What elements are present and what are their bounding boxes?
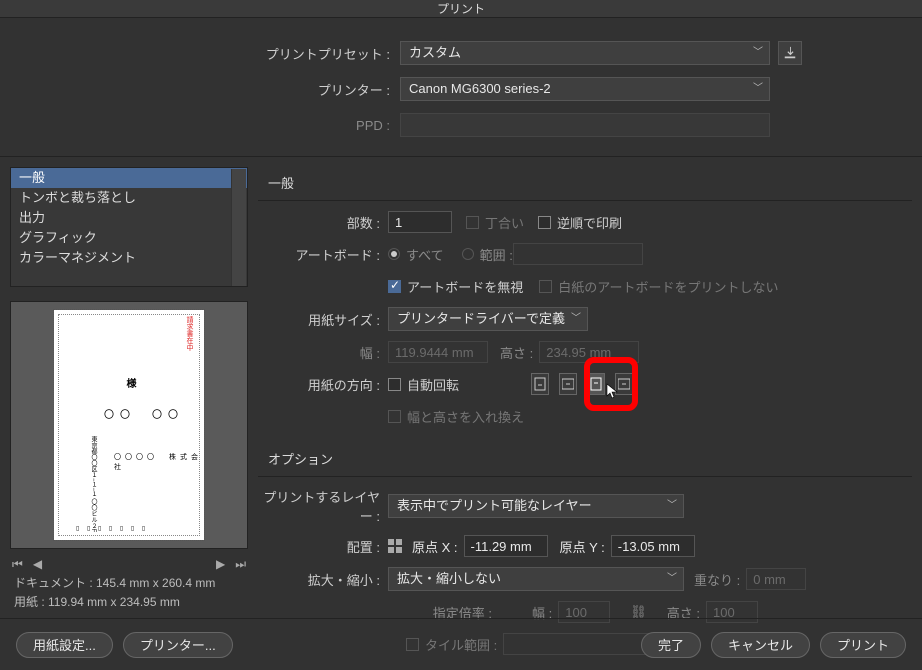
preview-sama: 様 [122,378,137,388]
placement-grid-icon[interactable] [388,539,402,553]
preview-nav: ⏮ ◀ ▶ ⏭ [10,549,248,572]
height-label: 高さ : [500,343,533,362]
page-setup-button[interactable]: 用紙設定... [16,632,113,658]
orientation-landscape-left[interactable] [559,373,577,395]
section-list[interactable]: 一般 トンボと裁ち落とし 出力 グラフィック カラーマネジメント [10,167,248,287]
preset-label: プリントプリセット : [20,44,400,63]
save-preset-button[interactable] [778,41,802,65]
print-button[interactable]: プリント [820,632,906,658]
printer-setup-button[interactable]: プリンター... [123,632,233,658]
media-size-line: 用紙 : 119.94 mm x 234.95 mm [10,591,248,610]
artboard-range-radio: 範囲 : [462,245,513,264]
checkbox-checked-icon [388,280,401,293]
ignore-artboards-check[interactable]: アートボードを無視 [388,277,523,296]
chevron-down-icon: ﹀ [667,568,677,590]
preview-oo2: 〇〇〇〇 株式会社 [114,452,204,472]
checkbox-icon [466,216,479,229]
cancel-button[interactable]: キャンセル [711,632,810,658]
printer-select[interactable]: Canon MG6300 series-2 ﹀ [400,77,770,101]
ppd-label: PPD : [20,118,400,133]
artboard-label: アートボード : [258,245,388,264]
list-item-output[interactable]: 出力 [11,208,247,228]
overlap-label: 重なり : [694,570,740,589]
layers-select[interactable]: 表示中でプリント可能なレイヤー ﹀ [388,494,684,518]
landscape-left-icon [562,377,574,391]
placement-label: 配置 : [258,537,388,556]
preview-oo1: 〇〇 〇〇 [104,406,184,421]
auto-rotate-check[interactable]: 自動回転 [388,375,459,394]
preset-value: カスタム [409,45,461,60]
origin-y-input[interactable] [611,535,695,557]
radio-icon [462,248,474,260]
list-item-general[interactable]: 一般 [11,168,247,188]
layers-label: プリントするレイヤー : [258,487,388,525]
window-title: プリント [0,0,922,18]
orientation-label: 用紙の方向 : [258,375,388,394]
list-item-graphics[interactable]: グラフィック [11,228,247,248]
preview-envelope: 請求書在中 様 〇〇 〇〇 東京都〇〇区１−１−１ 〇〇ビル２F 〇〇〇〇 株式… [54,310,204,540]
origin-x-label: 原点 X : [412,537,458,556]
chevron-down-icon: ﹀ [667,495,677,517]
copies-input[interactable] [388,211,452,233]
width-label: 幅 : [258,343,388,362]
collate-check: 丁合い [466,213,524,232]
footer: 用紙設定... プリンター... 完了 キャンセル プリント [0,618,922,670]
checkbox-icon [388,378,401,391]
nav-first-icon[interactable]: ⏮ [12,557,23,572]
orientation-portrait-up[interactable] [531,373,549,395]
done-button[interactable]: 完了 [641,632,701,658]
scale-value: 拡大・縮小しない [397,571,501,586]
media-select[interactable]: プリンタードライバーで定義 ﹀ [388,307,588,331]
media-width-input [388,341,488,363]
cursor-icon [606,383,622,399]
chevron-down-icon: ﹀ [753,42,763,64]
copies-label: 部数 : [258,213,388,232]
checkbox-icon [388,410,401,423]
annotation-highlight [584,357,638,411]
chevron-down-icon: ﹀ [571,308,581,330]
ppd-select [400,113,770,137]
section-general-title: 一般 [268,173,912,192]
download-icon [783,46,797,60]
media-value: プリンタードライバーで定義 [397,311,565,326]
reverse-order-check[interactable]: 逆順で印刷 [538,213,622,232]
document-size-line: ドキュメント : 145.4 mm x 260.4 mm [10,572,248,591]
origin-y-label: 原点 Y : [560,537,605,556]
list-scrollbar[interactable] [231,169,246,287]
preview-stamp-text: 請求書在中 [184,316,194,351]
scale-select[interactable]: 拡大・縮小しない ﹀ [388,567,684,591]
section-options-title: オプション [268,449,912,468]
checkbox-icon [539,280,552,293]
preview-pane: 請求書在中 様 〇〇 〇〇 東京都〇〇区１−１−１ 〇〇ビル２F 〇〇〇〇 株式… [10,301,248,549]
checkbox-icon [538,216,551,229]
preset-select[interactable]: カスタム ﹀ [400,41,770,65]
printer-value: Canon MG6300 series-2 [409,81,551,96]
overlap-input [746,568,806,590]
artboard-all-radio: すべて [388,245,444,264]
scale-label: 拡大・縮小 : [258,570,388,589]
transverse-check: 幅と高さを入れ換え [388,407,524,426]
radio-icon [388,248,400,260]
printer-label: プリンター : [20,80,400,99]
media-label: 用紙サイズ : [258,310,388,329]
list-item-color[interactable]: カラーマネジメント [11,248,247,268]
top-form: プリントプリセット : カスタム ﹀ プリンター : Canon MG6300 … [0,18,922,157]
origin-x-input[interactable] [464,535,548,557]
portrait-up-icon [534,377,546,391]
preview-addr1: 東京都〇〇区１−１−１ 〇〇ビル２F [89,436,98,532]
nav-last-icon[interactable]: ⏭ [235,557,246,572]
preview-postal: ▯ ▯ ▯ ▯ ▯ ▯ ▯ [76,525,148,532]
nav-prev-icon[interactable]: ◀ [33,557,42,572]
layers-value: 表示中でプリント可能なレイヤー [397,498,592,513]
nav-next-icon[interactable]: ▶ [216,557,225,572]
chevron-down-icon: ﹀ [753,78,763,100]
list-item-marks[interactable]: トンボと裁ち落とし [11,188,247,208]
skip-blank-check: 白紙のアートボードをプリントしない [539,277,778,296]
artboard-range-input [513,243,643,265]
